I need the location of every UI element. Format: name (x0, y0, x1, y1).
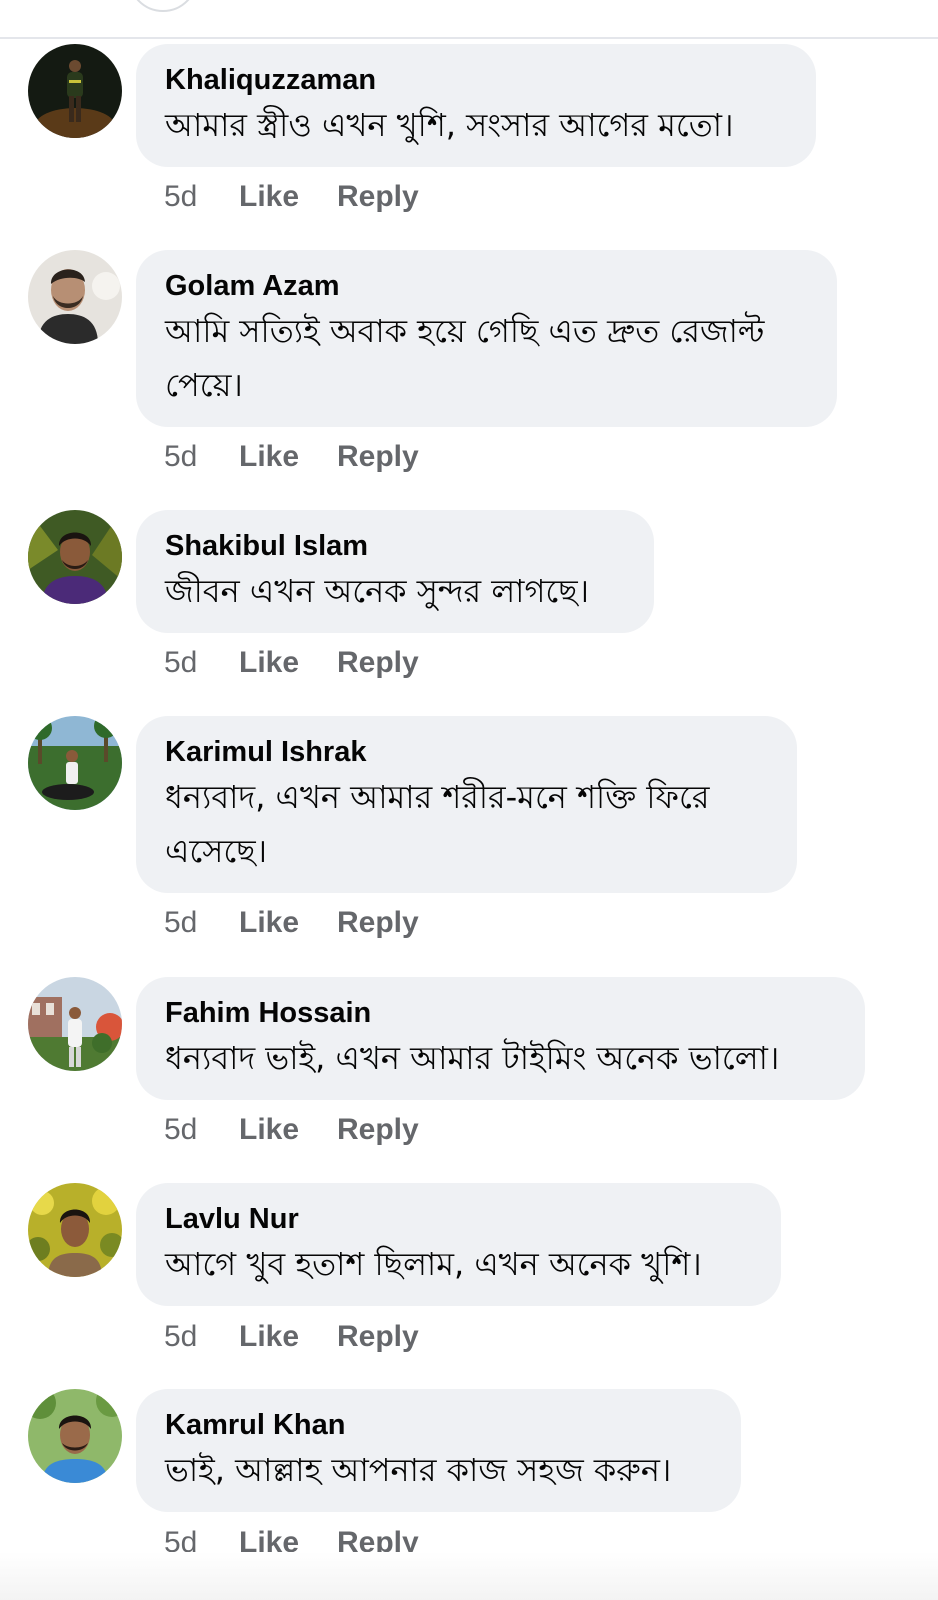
comment-text: ধন্যবাদ, এখন আমার শরীর-মনে শক্তি ফিরে এস… (165, 778, 710, 870)
reply-button[interactable]: Reply (337, 646, 419, 680)
avatar[interactable] (28, 716, 122, 810)
comment-author[interactable]: Golam Azam (165, 268, 808, 304)
like-button[interactable]: Like (239, 646, 299, 680)
comment-author[interactable]: Shakibul Islam (165, 528, 625, 564)
avatar[interactable] (28, 510, 122, 604)
avatar[interactable] (28, 44, 122, 138)
comment-bubble: Kamrul Khan ভাই, আল্লাহ আপনার কাজ সহজ কর… (136, 1389, 741, 1512)
comment-bubble: Khaliquzzaman আমার স্ত্রীও এখন খুশি, সংস… (136, 44, 816, 167)
comment-bubble: Karimul Ishrak ধন্যবাদ, এখন আমার শরীর-মন… (136, 716, 797, 893)
reply-button[interactable]: Reply (337, 180, 419, 214)
avatar[interactable] (28, 977, 122, 1071)
top-bar (0, 0, 938, 39)
comment-text: জীবন এখন অনেক সুন্দর লাগছে। (165, 572, 590, 610)
avatar[interactable] (28, 1183, 122, 1277)
comment-author[interactable]: Fahim Hossain (165, 995, 836, 1031)
comment-text: ধন্যবাদ ভাই, এখন আমার টাইমিং অনেক ভালো। (165, 1039, 780, 1077)
comment-age[interactable]: 5d (164, 906, 197, 940)
comment-age[interactable]: 5d (164, 646, 197, 680)
avatar[interactable] (28, 250, 122, 344)
reply-button[interactable]: Reply (337, 906, 419, 940)
comment-author[interactable]: Khaliquzzaman (165, 62, 787, 98)
comment-age[interactable]: 5d (164, 1113, 197, 1147)
comment-bubble: Golam Azam আমি সত্যিই অবাক হয়ে গেছি এত … (136, 250, 837, 427)
like-button[interactable]: Like (239, 440, 299, 474)
like-button[interactable]: Like (239, 906, 299, 940)
comment-author[interactable]: Kamrul Khan (165, 1407, 712, 1443)
profile-circle[interactable] (128, 0, 198, 12)
comment-text: আমার স্ত্রীও এখন খুশি, সংসার আগের মতো। (165, 106, 734, 144)
comment-text: আমি সত্যিই অবাক হয়ে গেছি এত দ্রুত রেজাল… (165, 312, 765, 404)
like-button[interactable]: Like (239, 1113, 299, 1147)
comment-age[interactable]: 5d (164, 1320, 197, 1354)
comment-author[interactable]: Lavlu Nur (165, 1201, 752, 1237)
comment-bubble: Fahim Hossain ধন্যবাদ ভাই, এখন আমার টাইম… (136, 977, 865, 1100)
reply-button[interactable]: Reply (337, 1113, 419, 1147)
comment-text: আগে খুব হতাশ ছিলাম, এখন অনেক খুশি। (165, 1245, 702, 1283)
like-button[interactable]: Like (239, 1320, 299, 1354)
comment-age[interactable]: 5d (164, 180, 197, 214)
comment-bubble: Lavlu Nur আগে খুব হতাশ ছিলাম, এখন অনেক খ… (136, 1183, 781, 1306)
bottom-fade (0, 1552, 938, 1600)
comment-text: ভাই, আল্লাহ আপনার কাজ সহজ করুন। (165, 1451, 672, 1489)
like-button[interactable]: Like (239, 180, 299, 214)
comment-bubble: Shakibul Islam জীবন এখন অনেক সুন্দর লাগছ… (136, 510, 654, 633)
comment-age[interactable]: 5d (164, 440, 197, 474)
reply-button[interactable]: Reply (337, 1320, 419, 1354)
comment-author[interactable]: Karimul Ishrak (165, 734, 768, 770)
reply-button[interactable]: Reply (337, 440, 419, 474)
avatar[interactable] (28, 1389, 122, 1483)
